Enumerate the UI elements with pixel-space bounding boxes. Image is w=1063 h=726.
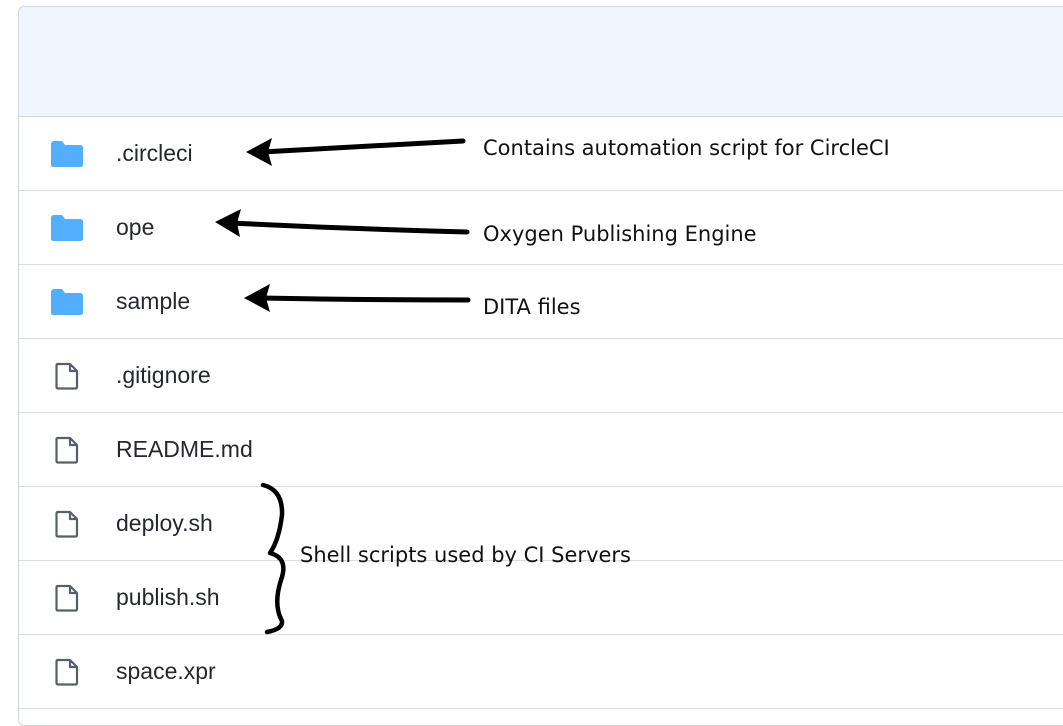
file-icon	[55, 362, 79, 390]
folder-icon	[51, 288, 83, 315]
file-name[interactable]: ope	[116, 214, 154, 241]
file-icon	[55, 510, 79, 538]
file-icon	[55, 436, 79, 464]
file-list-panel: .circleci ope sample .gitignore README.m…	[18, 6, 1063, 726]
file-name[interactable]: README.md	[116, 436, 253, 463]
file-icon	[55, 584, 79, 612]
file-row-publish[interactable]: publish.sh	[19, 561, 1063, 635]
file-icon	[55, 658, 79, 686]
annotation-circleci: Contains automation script for CircleCI	[483, 136, 890, 160]
file-name[interactable]: publish.sh	[116, 584, 220, 611]
file-name[interactable]: .circleci	[116, 140, 193, 167]
file-row-space[interactable]: space.xpr	[19, 635, 1063, 709]
file-list-header	[19, 7, 1063, 117]
file-name[interactable]: space.xpr	[116, 658, 216, 685]
annotation-sample: DITA files	[483, 295, 581, 319]
file-name[interactable]: sample	[116, 288, 190, 315]
annotation-shell-scripts: Shell scripts used by CI Servers	[300, 543, 631, 567]
file-row-readme[interactable]: README.md	[19, 413, 1063, 487]
file-row-gitignore[interactable]: .gitignore	[19, 339, 1063, 413]
annotation-ope: Oxygen Publishing Engine	[483, 222, 757, 246]
folder-icon	[51, 140, 83, 167]
file-name[interactable]: .gitignore	[116, 362, 211, 389]
file-name[interactable]: deploy.sh	[116, 510, 213, 537]
folder-icon	[51, 214, 83, 241]
